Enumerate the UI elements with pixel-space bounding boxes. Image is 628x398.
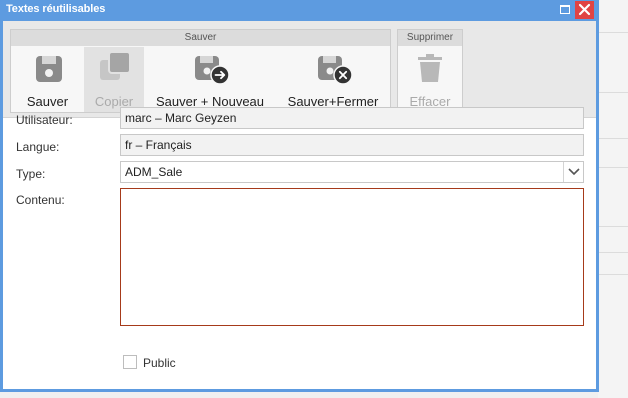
user-label: Utilisateur: (16, 113, 73, 127)
delete-group: Supprimer Effacer (397, 29, 463, 113)
window-title: Textes réutilisables (6, 3, 106, 15)
trash-icon (418, 54, 442, 82)
public-label[interactable]: Public (143, 356, 176, 370)
background-page (598, 0, 628, 398)
save-group: Sauver Sauver Copier Sauver + Nouveau Sa… (10, 29, 391, 113)
public-checkbox[interactable] (123, 355, 137, 369)
user-field[interactable]: marc – Marc Geyzen (120, 107, 584, 129)
save-button-label: Sauver (26, 94, 69, 109)
maximize-icon (560, 5, 570, 14)
bg-divider (598, 252, 628, 253)
floppy-disk-icon (36, 56, 62, 82)
ribbon-toolbar: Sauver Sauver Copier Sauver + Nouveau Sa… (3, 21, 596, 118)
save-group-header: Sauver (11, 30, 390, 46)
type-select[interactable]: ADM_Sale (120, 161, 584, 183)
title-bar[interactable]: Textes réutilisables (0, 0, 599, 21)
delete-button[interactable]: Effacer (398, 47, 462, 112)
save-new-button[interactable]: Sauver + Nouveau (144, 47, 276, 112)
save-button[interactable]: Sauver (11, 47, 84, 112)
close-icon (578, 3, 591, 16)
type-value: ADM_Sale (125, 165, 183, 179)
save-close-icon (318, 56, 353, 85)
content-label: Contenu: (16, 193, 65, 207)
type-dropdown-button[interactable] (563, 162, 583, 182)
save-new-icon (195, 56, 230, 85)
copy-button[interactable]: Copier (84, 47, 144, 112)
bg-divider (598, 92, 628, 93)
bg-divider (598, 138, 628, 139)
bg-divider (598, 274, 628, 275)
copy-icon (100, 51, 131, 80)
save-close-button[interactable]: Sauver+Fermer (276, 47, 390, 112)
content-textarea[interactable] (120, 188, 584, 326)
language-field[interactable]: fr – Français (120, 134, 584, 156)
language-value: fr – Français (125, 138, 192, 152)
type-label: Type: (16, 167, 46, 181)
user-value: marc – Marc Geyzen (125, 111, 237, 125)
maximize-button[interactable] (556, 1, 575, 19)
close-button[interactable] (575, 1, 594, 19)
bg-divider (598, 226, 628, 227)
bg-divider (598, 167, 628, 168)
language-label: Langue: (16, 140, 60, 154)
bg-divider (598, 32, 628, 33)
dialog-window: Textes réutilisables Sauver Sauver Copie… (0, 0, 599, 392)
chevron-down-icon (568, 168, 580, 176)
delete-group-header: Supprimer (398, 30, 462, 46)
